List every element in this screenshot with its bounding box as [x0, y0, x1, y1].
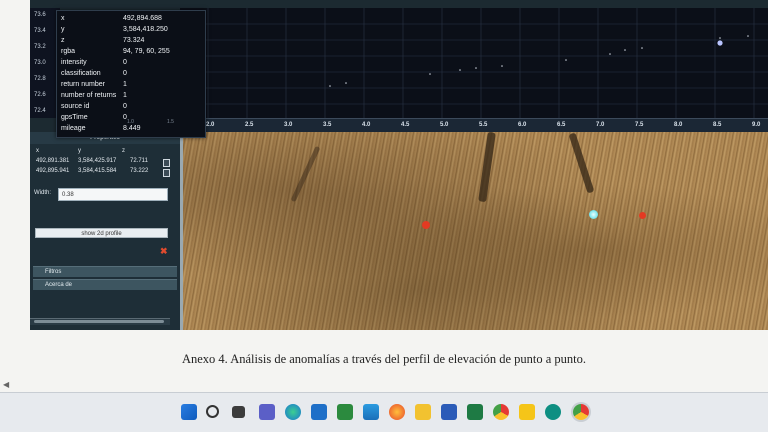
point-1-y: 3,584,425.917 [78, 158, 117, 164]
chrome-icon[interactable] [493, 404, 509, 420]
col-z-header: z [122, 148, 125, 154]
edge-icon[interactable] [285, 404, 301, 420]
chrome-alt-icon[interactable] [573, 404, 589, 420]
y-tick: 72.6 [34, 92, 46, 98]
point-1-x: 492,891.381 [36, 158, 70, 164]
point-2-z: 73.222 [130, 168, 149, 174]
terrain-crack [568, 132, 595, 194]
attr-value: 492,894.688 [123, 15, 162, 22]
firefox-icon[interactable] [389, 404, 405, 420]
attr-key: source id [61, 103, 90, 110]
attr-value: 1 [123, 92, 127, 99]
point-1-z: 72.711 [130, 158, 148, 164]
attr-key: classification [61, 70, 101, 77]
x-tick: 4.0 [362, 122, 371, 128]
search-icon[interactable] [206, 405, 219, 418]
figure-caption: Anexo 4. Análisis de anomalías a través … [181, 352, 587, 366]
width-label: Width: [34, 190, 52, 196]
x-tick: 5.0 [440, 122, 449, 128]
attr-value: 3,584,418.250 [123, 26, 168, 33]
x-tick: 6.5 [557, 122, 566, 128]
hidden-x-tick: 1.0 [127, 119, 134, 125]
x-tick: 6.0 [518, 122, 527, 128]
profile-end-marker[interactable] [639, 212, 646, 219]
x-tick: 3.0 [284, 122, 293, 128]
attr-value: 1 [123, 81, 127, 88]
x-tick: 4.5 [401, 122, 410, 128]
attr-key: x [61, 15, 65, 22]
terrain-crack [290, 145, 321, 203]
windows-start-icon[interactable] [181, 404, 197, 420]
copy-icon[interactable] [163, 169, 170, 177]
hidden-x-tick: 1.5 [167, 119, 174, 125]
x-tick: 7.0 [596, 122, 605, 128]
attr-key: z [61, 37, 65, 44]
x-tick: 5.5 [479, 122, 488, 128]
notes-icon[interactable] [519, 404, 535, 420]
profile-cursor-marker[interactable] [589, 210, 598, 219]
x-tick: 2.0 [206, 122, 215, 128]
show-2d-profile-button[interactable]: show 2d profile [35, 228, 168, 238]
y-tick: 72.4 [34, 108, 46, 114]
scrollbar-thumb[interactable] [34, 320, 164, 323]
point-attributes-tooltip: x 492,894.688 y 3,584,418.250 z 73.324 rgba… [56, 10, 206, 138]
profile-x-axis: 2.0 2.5 3.0 3.5 4.0 4.5 5.0 5.5 6.0 6.5 … [180, 118, 768, 133]
menu-item-filtros[interactable]: Filtros [33, 266, 177, 277]
y-tick: 73.4 [34, 28, 46, 34]
teams-icon[interactable] [259, 404, 275, 420]
attr-value: 0 [123, 59, 127, 66]
terrain-crack [478, 131, 496, 203]
point-2-x: 492,895.941 [36, 168, 70, 174]
width-input[interactable]: 0.38 [58, 188, 168, 201]
attr-key: number of returns [61, 92, 117, 99]
app-icon[interactable] [545, 404, 561, 420]
y-tick: 73.2 [34, 44, 46, 50]
scroll-left-icon[interactable]: ◀ [3, 380, 9, 389]
attr-key: return number [61, 81, 105, 88]
attr-value: 0 [123, 70, 127, 77]
col-y-header: y [78, 148, 81, 154]
x-tick: 2.5 [245, 122, 254, 128]
x-tick: 8.5 [713, 122, 722, 128]
menu-item-acerca-de[interactable]: Acerca de [33, 279, 177, 290]
attr-value: 94, 79, 60, 255 [123, 48, 170, 55]
sidebar-scrollbar[interactable] [30, 318, 170, 325]
x-tick: 7.5 [635, 122, 644, 128]
attr-value: 73.324 [123, 37, 145, 44]
x-tick: 8.0 [674, 122, 683, 128]
x-tick: 9.0 [752, 122, 761, 128]
properties-sidebar: Properties x y z 492,891.381 3,584,425.9… [30, 132, 183, 330]
word-icon[interactable] [441, 404, 457, 420]
x-tick: 3.5 [323, 122, 332, 128]
windows-taskbar [0, 392, 768, 432]
task-view-icon[interactable] [232, 406, 245, 418]
attr-key: rgba [61, 48, 76, 55]
point-cloud-3d-view[interactable] [183, 131, 768, 330]
close-icon[interactable]: ✖ [160, 246, 168, 257]
mail-icon[interactable] [311, 404, 327, 420]
y-tick: 73.6 [34, 12, 46, 18]
elevation-profile-plot[interactable] [180, 8, 768, 118]
y-tick: 73.0 [34, 60, 46, 66]
attr-key: y [61, 26, 65, 33]
file-explorer-icon[interactable] [415, 404, 431, 420]
y-tick: 72.8 [34, 76, 46, 82]
attr-key: mileage [61, 125, 86, 132]
store-icon[interactable] [363, 404, 379, 420]
profile-cursor-point [717, 40, 723, 46]
col-x-header: x [36, 148, 39, 154]
potree-viewer-window: 73.6 73.4 73.2 73.0 72.8 72.6 72.4 2.0 2… [30, 0, 768, 330]
excel-icon[interactable] [467, 404, 483, 420]
calendar-icon[interactable] [337, 404, 353, 420]
attr-value: 0 [123, 103, 127, 110]
attr-key: gpsTime [61, 114, 88, 121]
point-2-y: 3,584,415.584 [78, 168, 117, 174]
profile-grid [180, 8, 768, 118]
profile-start-marker[interactable] [422, 221, 430, 229]
attr-key: intensity [61, 59, 87, 66]
copy-icon[interactable] [163, 159, 170, 167]
